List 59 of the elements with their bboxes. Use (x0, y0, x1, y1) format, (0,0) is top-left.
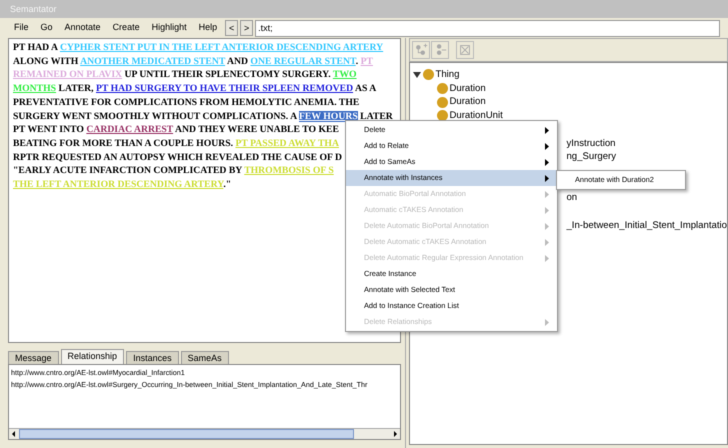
submenu-arrow-icon (545, 254, 549, 262)
menu-item[interactable]: Create (106, 21, 146, 35)
nav-button[interactable]: > (240, 20, 254, 36)
expand-toggle-icon[interactable] (413, 70, 422, 79)
tree-item[interactable]: Thing (435, 68, 460, 82)
document-text: ALONG WITH (13, 56, 80, 67)
document-text: PT WENT INTO (13, 124, 85, 136)
nav-button[interactable]: < (225, 20, 238, 36)
tree-item[interactable]: ng_Surgery (566, 151, 616, 162)
tree-item[interactable]: on (566, 192, 578, 204)
document-text: PT HAD A (13, 42, 59, 53)
document-text: . (356, 56, 360, 67)
submenu-arrow-icon (545, 174, 549, 182)
submenu-arrow-icon (545, 158, 549, 166)
document-text: PREVENTATIVE FOR COMPLICATIONS FROM HEMOLYTIC ANEMIA. THE (13, 96, 360, 108)
annotation-link[interactable]: CARDIAC ARREST (86, 124, 174, 136)
submenu-arrow-icon (545, 318, 549, 326)
document-text: LATER, (57, 83, 95, 94)
submenu-arrow-icon (545, 126, 549, 134)
menu-item[interactable]: Highlight (146, 21, 193, 35)
tab[interactable]: SameAs (180, 351, 229, 364)
class-node-icon (423, 69, 434, 80)
tab[interactable]: Relationship (60, 349, 124, 364)
tree-item[interactable]: yInstruction (566, 138, 616, 148)
menu-item[interactable]: Help (192, 21, 224, 35)
tree-item[interactable]: Duration (449, 95, 486, 110)
document-text: AND (226, 56, 249, 67)
document-text: BEATING FOR MORE THAN A COUPLE HOURS. (13, 138, 234, 149)
submenu-arrow-icon (545, 206, 549, 214)
document-text: AS A (354, 83, 376, 94)
submenu-arrow-icon (545, 238, 549, 246)
tree-item[interactable]: DurationUnit (449, 109, 503, 123)
menu-item[interactable]: Go (34, 21, 59, 35)
class-node-icon (437, 110, 448, 122)
selected-text: FEW HOURS (298, 110, 358, 122)
horizontal-scrollbar[interactable] (9, 428, 400, 439)
document-text: AND THEY WERE UNABLE TO KEE (174, 124, 339, 136)
add-sibling-node-icon[interactable] (431, 41, 450, 59)
document-text: LATER (359, 110, 393, 122)
document-text: RPTR REQUESTED AN AUTOPSY WHICH REVEALED THE CAUSE OF D (13, 152, 342, 163)
document-text: SURGERY WENT SMOOTHLY WITHOUT COMPLICATIONS. A (13, 110, 298, 122)
submenu-arrow-icon (545, 222, 549, 230)
menu-item[interactable]: Annotate (58, 21, 107, 35)
annotation-link[interactable]: PT HAD SURGERY TO HAVE THEIR SPLEEN REMOVED (96, 83, 354, 94)
document-text: UP UNTIL THEIR SPLENECTOMY SURGERY. (124, 69, 332, 80)
delete-node-icon[interactable] (456, 41, 474, 59)
document-text: "EARLY ACUTE INFARCTION COMPLICATED BY (13, 165, 243, 176)
class-node-icon (437, 96, 448, 108)
path-field[interactable]: .txt; (255, 20, 720, 36)
add-child-node-icon[interactable] (412, 41, 430, 59)
submenu-arrow-icon (545, 190, 549, 198)
class-node-icon (437, 83, 448, 94)
document-text: ." (223, 179, 232, 190)
tab[interactable]: Message (8, 351, 59, 364)
menu-item[interactable]: File (8, 21, 35, 35)
tree-item[interactable]: _In-between_Initial_Stent_Implantatio (566, 220, 727, 231)
submenu-arrow-icon (545, 142, 549, 150)
tab[interactable]: Instances (126, 351, 179, 364)
tree-item[interactable]: Duration (449, 82, 486, 96)
